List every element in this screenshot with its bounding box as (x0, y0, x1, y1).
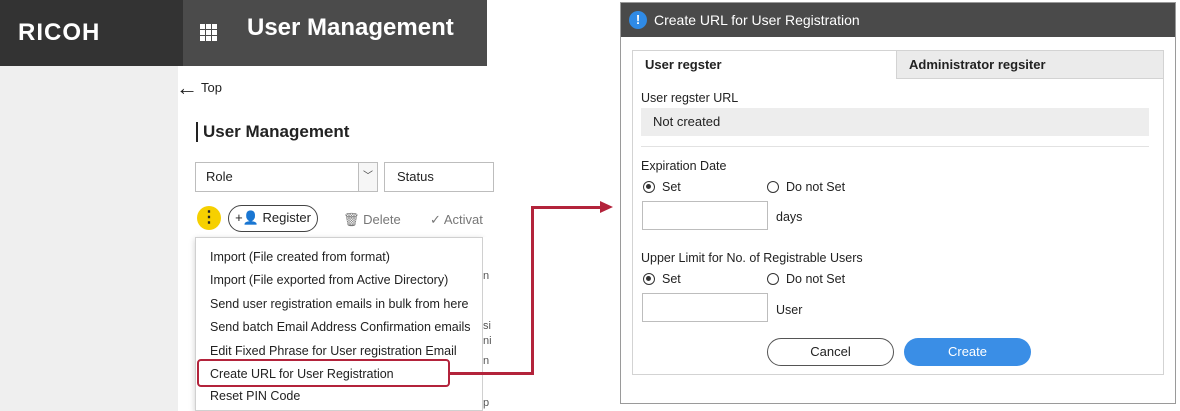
role-filter-select[interactable]: Role ﹀ (195, 162, 378, 192)
clipped-char: p (483, 397, 490, 409)
role-filter-label: Role (206, 169, 233, 184)
connector-line (450, 372, 534, 375)
expiration-label: Expiration Date (641, 159, 727, 173)
upper-limit-input[interactable] (642, 293, 768, 322)
connector-line (531, 206, 534, 375)
expiration-not-set-label: Do not Set (786, 180, 846, 194)
expiration-set-radio[interactable] (643, 181, 655, 193)
trash-icon: 🗑 (343, 212, 360, 227)
menu-item-edit-fixed-phrase[interactable]: Edit Fixed Phrase for User registration … (210, 344, 457, 358)
create-url-dialog: Create URL for User Registration ! User … (620, 2, 1176, 404)
ricoh-logo: RICOH (0, 0, 183, 66)
arrow-left-icon: ← (176, 74, 198, 100)
user-unit-label: User (776, 303, 803, 317)
app-title: User Management (247, 14, 454, 41)
menu-item-reset-pin[interactable]: Reset PIN Code (210, 389, 300, 403)
register-button[interactable]: +👤 Register (228, 205, 318, 232)
upper-limit-set-label: Set (662, 272, 681, 286)
clipped-table-text: n si ni n p (483, 237, 491, 411)
activate-button-label: Activat (443, 212, 483, 227)
upper-limit-set-radio[interactable] (643, 273, 655, 285)
url-value: Not created (641, 108, 1149, 136)
connector-line (531, 206, 601, 209)
expiration-not-set-radio[interactable] (767, 181, 779, 193)
chevron-down-icon[interactable]: ﹀ (358, 163, 377, 191)
page-title: User Management (196, 122, 349, 142)
clipped-char: ni (483, 335, 491, 347)
dialog-body: User regster Administrator regsiter User… (632, 50, 1164, 375)
back-link[interactable]: ← Top (176, 74, 222, 100)
clipped-char: n (483, 355, 490, 367)
back-link-label: Top (201, 80, 222, 95)
menu-item-send-bulk-emails[interactable]: Send user registration emails in bulk fr… (210, 297, 468, 311)
clipped-char: si (483, 320, 491, 332)
activate-button[interactable]: ✓ Activat (430, 212, 483, 228)
menu-item-send-confirmation-emails[interactable]: Send batch Email Address Confirmation em… (210, 320, 471, 334)
upper-limit-not-set-radio[interactable] (767, 273, 779, 285)
tab-user-register[interactable]: User regster (633, 51, 896, 79)
upper-limit-not-set-label: Do not Set (786, 272, 846, 286)
check-icon: ✓ (430, 212, 441, 227)
clipped-char: n (483, 270, 490, 282)
side-panel (0, 66, 178, 411)
menu-item-import-format[interactable]: Import (File created from format) (210, 250, 390, 264)
status-filter-label: Status (397, 169, 434, 184)
expiration-set-label: Set (662, 180, 681, 194)
info-icon: ! (629, 11, 647, 29)
divider (641, 146, 1149, 147)
expiration-days-input[interactable] (642, 201, 768, 230)
register-button-label: Register (262, 210, 311, 225)
create-button[interactable]: Create (904, 338, 1031, 366)
days-unit-label: days (776, 210, 803, 224)
delete-button[interactable]: 🗑 Delete (343, 212, 401, 228)
upper-limit-label: Upper Limit for No. of Registrable Users (641, 251, 863, 265)
more-actions-button[interactable]: ⋮ (197, 206, 221, 230)
cancel-button[interactable]: Cancel (767, 338, 894, 366)
user-management-screen: RICOH User Management ← Top User Managem… (0, 0, 494, 411)
highlight-box (197, 359, 450, 387)
dialog-title: Create URL for User Registration (621, 3, 1175, 37)
status-filter-select[interactable]: Status (384, 162, 494, 192)
delete-button-label: Delete (363, 212, 401, 227)
tab-administrator-register[interactable]: Administrator regsiter (896, 51, 1163, 79)
url-label: User regster URL (641, 91, 739, 105)
add-user-icon: +👤 (235, 210, 259, 225)
arrow-right-icon (600, 201, 613, 213)
menu-item-import-ad[interactable]: Import (File exported from Active Direct… (210, 273, 448, 287)
apps-grid-icon[interactable] (200, 24, 217, 41)
